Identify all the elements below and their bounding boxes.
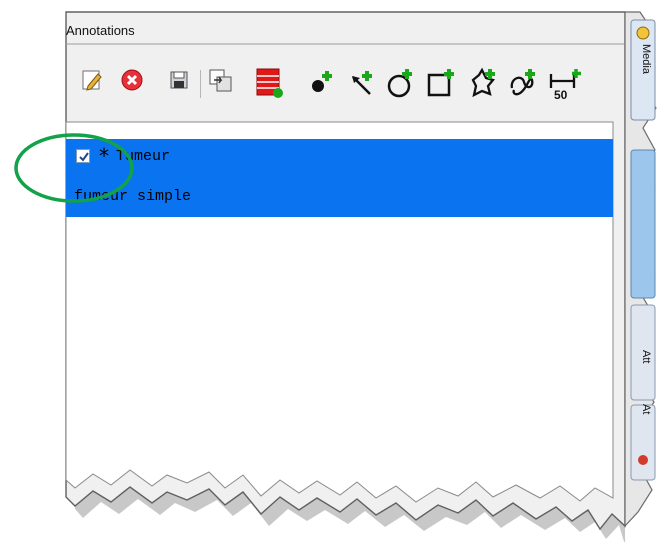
highlight-ring xyxy=(14,133,134,203)
